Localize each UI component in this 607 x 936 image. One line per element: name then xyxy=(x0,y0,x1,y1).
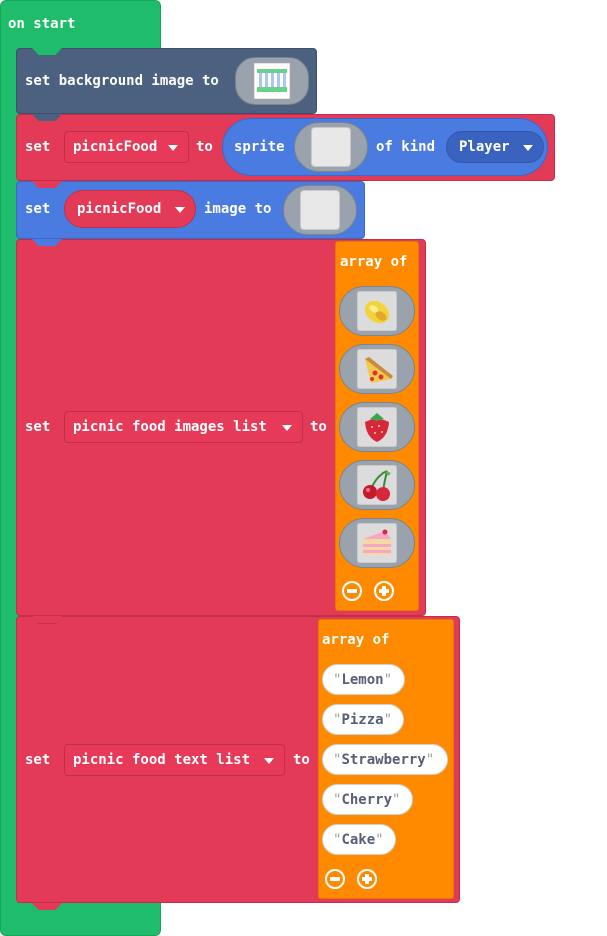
picnicfood-variable-dropdown[interactable]: picnicFood xyxy=(64,131,189,163)
string-value: Pizza xyxy=(341,711,384,728)
variable-name: picnic food text list xyxy=(73,752,251,768)
variable-name: picnicFood xyxy=(73,139,158,155)
remove-array-item-icon[interactable] xyxy=(342,581,362,601)
of-kind-keyword: of kind xyxy=(376,139,436,155)
pizza-image-icon xyxy=(357,349,397,389)
add-array-item-icon[interactable] xyxy=(357,869,377,889)
set-keyword: set xyxy=(25,201,51,217)
chevron-down-icon xyxy=(282,425,292,431)
string-field-cherry[interactable]: " Cherry " xyxy=(322,784,413,815)
strawberry-image-icon xyxy=(357,407,397,447)
string-field-lemon[interactable]: " Lemon " xyxy=(322,664,405,695)
string-value: Cherry xyxy=(341,791,393,808)
chevron-down-icon xyxy=(264,758,274,764)
string-field-cake[interactable]: " Cake " xyxy=(322,824,396,855)
cake-image-slot[interactable] xyxy=(339,518,415,568)
background-image-thumbnail-icon xyxy=(254,63,290,99)
cherry-image-icon xyxy=(357,465,397,505)
to-keyword: to xyxy=(293,752,310,768)
empty-image-icon xyxy=(300,190,340,230)
string-field-strawberry[interactable]: " Strawberry " xyxy=(322,744,448,775)
string-value: Strawberry xyxy=(341,751,426,768)
sprite-kind-dropdown[interactable]: Player xyxy=(446,131,544,163)
string-value: Lemon xyxy=(341,671,384,688)
sprite-kind-value: Player xyxy=(459,139,510,155)
to-keyword: to xyxy=(196,139,213,155)
on-start-label: on start xyxy=(8,16,76,32)
chevron-down-icon xyxy=(168,145,178,151)
images-list-variable-dropdown[interactable]: picnic food images list xyxy=(64,411,303,443)
cherry-image-slot[interactable] xyxy=(339,460,415,510)
array-of-label: array of xyxy=(340,254,408,270)
variable-name: picnicFood xyxy=(77,201,162,217)
add-array-item-icon[interactable] xyxy=(374,581,394,601)
chevron-down-icon xyxy=(175,207,185,213)
chevron-down-icon xyxy=(523,145,533,151)
sprite-new-image-slot[interactable] xyxy=(283,185,357,235)
sprite-keyword: sprite xyxy=(234,139,285,155)
set-keyword: set xyxy=(25,139,51,155)
picnicfood-variable-reporter[interactable]: picnicFood xyxy=(64,190,196,228)
set-keyword: set xyxy=(25,419,51,435)
string-value: Cake xyxy=(341,831,376,848)
array-of-label: array of xyxy=(322,632,390,648)
empty-image-icon xyxy=(311,127,351,167)
lemon-image-icon xyxy=(357,291,397,331)
sprite-image-slot[interactable] xyxy=(294,122,368,172)
set-background-image-label: set background image to xyxy=(25,73,219,89)
to-keyword: to xyxy=(310,419,327,435)
lemon-image-slot[interactable] xyxy=(339,286,415,336)
remove-array-item-icon[interactable] xyxy=(325,869,345,889)
variable-name: picnic food images list xyxy=(73,419,267,435)
set-keyword: set xyxy=(25,752,51,768)
strawberry-image-slot[interactable] xyxy=(339,402,415,452)
text-list-variable-dropdown[interactable]: picnic food text list xyxy=(64,744,285,776)
string-field-pizza[interactable]: " Pizza " xyxy=(322,704,404,735)
image-to-keyword: image to xyxy=(204,201,272,217)
pizza-image-slot[interactable] xyxy=(339,344,415,394)
background-image-slot[interactable] xyxy=(235,57,309,105)
cake-image-icon xyxy=(357,523,397,563)
